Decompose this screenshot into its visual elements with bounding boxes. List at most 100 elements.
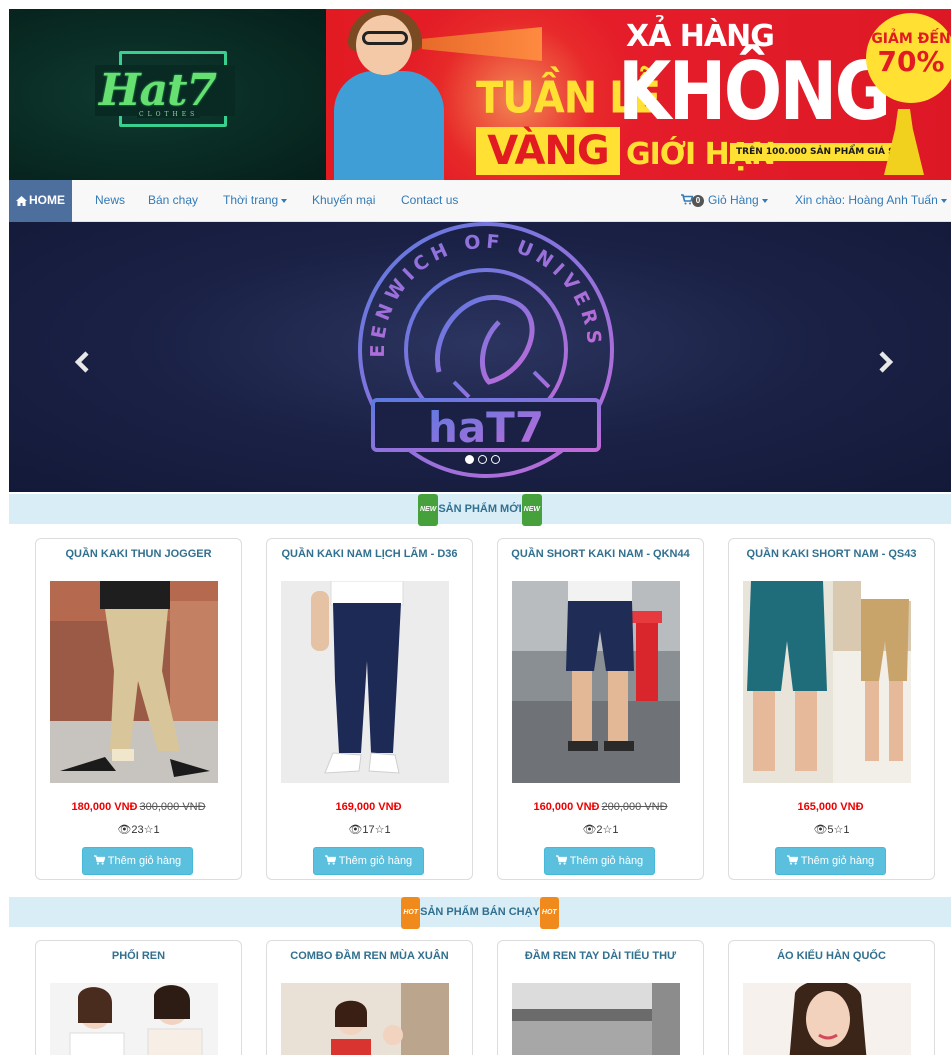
section-new-title: SẢN PHẨM MỚI [438, 503, 522, 515]
product-name[interactable]: QUẦN KAKI SHORT NAM - QS43 [729, 539, 934, 569]
product-views: 17 [362, 824, 375, 836]
promo-banner[interactable]: TUẦN LỄ VÀNG XẢ HÀNG KHÔNG GIỚI HẠN TRÊN… [326, 9, 951, 180]
nav-promotion[interactable]: Khuyến mại [312, 180, 375, 222]
nav-fashion-dropdown[interactable]: Thời trang [223, 180, 288, 222]
star-icon: ☆ [833, 824, 844, 836]
main-navbar: HOME News Bán chạy Thời trang Khuyến mại… [9, 180, 951, 222]
nav-fashion-label: Thời trang [223, 193, 279, 207]
nav-contact[interactable]: Contact us [401, 180, 458, 222]
product-price: 160,000 VNĐ [533, 801, 600, 813]
product-card: QUẦN KAKI NAM LỊCH LÃM - D36 169,000 VNĐ… [266, 538, 473, 880]
star-icon: ☆ [602, 824, 613, 836]
product-name[interactable]: QUẦN KAKI THUN JOGGER [36, 539, 241, 569]
product-image[interactable] [743, 581, 911, 783]
nav-user-dropdown[interactable]: Xin chào: Hoàng Anh Tuấn [795, 180, 947, 222]
add-to-cart-button[interactable]: Thêm giỏ hàng [544, 847, 655, 875]
product-name[interactable]: PHỐI REN [36, 941, 241, 971]
product-old-price: 200,000 VNĐ [601, 801, 668, 813]
add-to-cart-label: Thêm giỏ hàng [338, 855, 413, 867]
add-to-cart-button[interactable]: Thêm giỏ hàng [313, 847, 424, 875]
cart-icon [555, 855, 567, 865]
product-photo-short-kaki [512, 581, 680, 783]
carousel-slide-logo: GREENWICH OF UNIVERSITY haT7 [9, 222, 614, 478]
cart-count-badge: 0 [692, 194, 704, 207]
carousel-prev-button[interactable] [73, 350, 93, 374]
new-badge-icon: NEW [417, 494, 439, 526]
product-name[interactable]: ÁO KIỂU HÀN QUỐC [729, 941, 934, 971]
product-card: QUẦN KAKI THUN JOGGER 180,000 VNĐ 300,000… [35, 538, 242, 880]
product-stars: 1 [843, 824, 850, 836]
svg-text:haT7: haT7 [428, 403, 544, 452]
product-image[interactable] [281, 581, 449, 783]
product-old-price: 300,000 VNĐ [139, 801, 206, 813]
product-image[interactable] [50, 581, 218, 783]
product-stats: 👁17☆1 [267, 823, 472, 836]
add-to-cart-button[interactable]: Thêm giỏ hàng [775, 847, 886, 875]
product-price-row: 169,000 VNĐ [267, 801, 472, 813]
promo-discount-badge: GIẢM ĐẾN 70% [866, 13, 951, 103]
product-stars: 1 [612, 824, 619, 836]
product-image[interactable] [512, 983, 680, 1055]
product-image[interactable] [512, 581, 680, 783]
product-image[interactable] [743, 983, 911, 1055]
product-stats: 👁23☆1 [36, 823, 241, 836]
carousel-indicator[interactable] [465, 455, 474, 464]
nav-home[interactable]: HOME [9, 180, 72, 222]
product-price-row: 165,000 VNĐ [729, 801, 934, 813]
eye-icon: 👁 [117, 824, 132, 836]
product-photo-dam-ren-tay-dai [512, 983, 680, 1055]
nav-bestseller[interactable]: Bán chạy [148, 180, 198, 222]
promo-model-glasses [362, 31, 408, 45]
product-photo-kaki-pants [281, 581, 449, 783]
product-image[interactable] [50, 983, 218, 1055]
product-price: 180,000 VNĐ [71, 801, 138, 813]
product-card: ÁO KIỂU HÀN QUỐC [728, 940, 935, 1055]
product-photo-phoi-ren [50, 983, 218, 1055]
nav-cart-dropdown[interactable]: 0 Giỏ Hàng [681, 180, 768, 222]
carousel-next-button[interactable] [875, 350, 895, 374]
product-name[interactable]: ĐẦM REN TAY DÀI TIỂU THƯ [498, 941, 703, 971]
carousel-indicators [465, 454, 505, 466]
product-photo-jogger [50, 581, 218, 783]
product-name[interactable]: QUẦN KAKI NAM LỊCH LÃM - D36 [267, 539, 472, 569]
section-hot-products-header: HOT SẢN PHẨM BÁN CHẠY HOT [9, 897, 951, 929]
product-photo-short-nam [743, 581, 911, 783]
product-image[interactable] [281, 983, 449, 1055]
site-logo-panel[interactable]: Hat7 CLOTHES [9, 9, 326, 180]
promo-model-head [356, 15, 412, 75]
cart-icon [324, 855, 336, 865]
product-card: QUẦN KAKI SHORT NAM - QS43 165,000 VNĐ 👁… [728, 538, 935, 880]
add-to-cart-button[interactable]: Thêm giỏ hàng [82, 847, 193, 875]
carousel-indicator[interactable] [478, 455, 487, 464]
add-to-cart-label: Thêm giỏ hàng [569, 855, 644, 867]
chevron-down-icon [281, 198, 288, 203]
discount-value: 70% [877, 45, 945, 78]
product-card: PHỐI REN [35, 940, 242, 1055]
cart-icon [786, 855, 798, 865]
site-logo[interactable]: Hat7 CLOTHES [95, 49, 235, 133]
product-price-row: 180,000 VNĐ 300,000 VNĐ [36, 801, 241, 813]
product-name[interactable]: COMBO ĐẦM REN MÙA XUÂN [267, 941, 472, 971]
product-name[interactable]: QUẦN SHORT KAKI NAM - QKN44 [498, 539, 703, 569]
hot-badge-icon: HOT [539, 897, 559, 929]
product-views: 23 [131, 824, 144, 836]
star-icon: ☆ [143, 824, 154, 836]
promo-model-body [334, 71, 444, 180]
product-stats: 👁5☆1 [729, 823, 934, 836]
product-card: COMBO ĐẦM REN MÙA XUÂN [266, 940, 473, 1055]
nav-news[interactable]: News [95, 180, 125, 222]
carousel-indicator[interactable] [491, 455, 500, 464]
eye-icon: 👁 [582, 824, 597, 836]
home-icon [16, 196, 27, 206]
eye-icon: 👁 [348, 824, 363, 836]
product-card: QUẦN SHORT KAKI NAM - QKN44 160,000 VNĐ 2… [497, 538, 704, 880]
chevron-left-icon [74, 351, 89, 373]
nav-home-label: HOME [29, 193, 65, 207]
product-photo-ao-kieu [743, 983, 911, 1055]
new-badge-icon: NEW [521, 494, 542, 526]
section-hot-title: SẢN PHẨM BÁN CHẠY [420, 906, 540, 918]
product-price: 169,000 VNĐ [335, 801, 402, 813]
svg-text:GREENWICH OF UNIVERSITY: GREENWICH OF UNIVERSITY [9, 222, 605, 358]
add-to-cart-label: Thêm giỏ hàng [107, 855, 182, 867]
promo-line-6: TRÊN 100.000 SẢN PHẨM GIÁ SỐC [730, 143, 915, 161]
